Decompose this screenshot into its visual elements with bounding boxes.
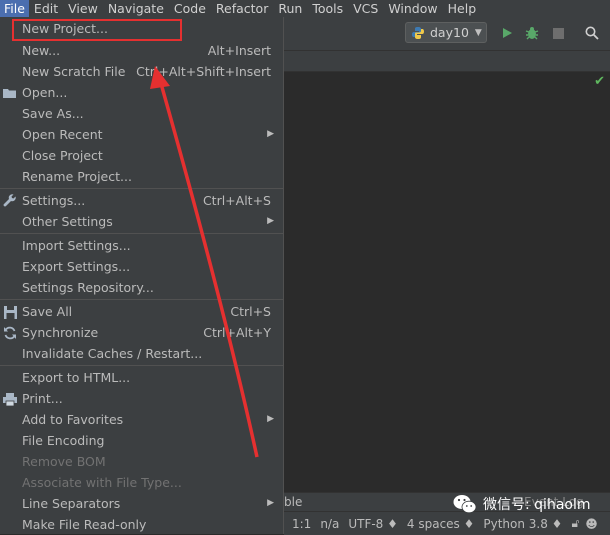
annotation-arrow bbox=[150, 66, 259, 458]
watermark-text: 微信号: qihaolm bbox=[483, 497, 591, 513]
wechat-icon bbox=[453, 495, 477, 514]
watermark: 微信号: qihaolm bbox=[453, 494, 591, 514]
